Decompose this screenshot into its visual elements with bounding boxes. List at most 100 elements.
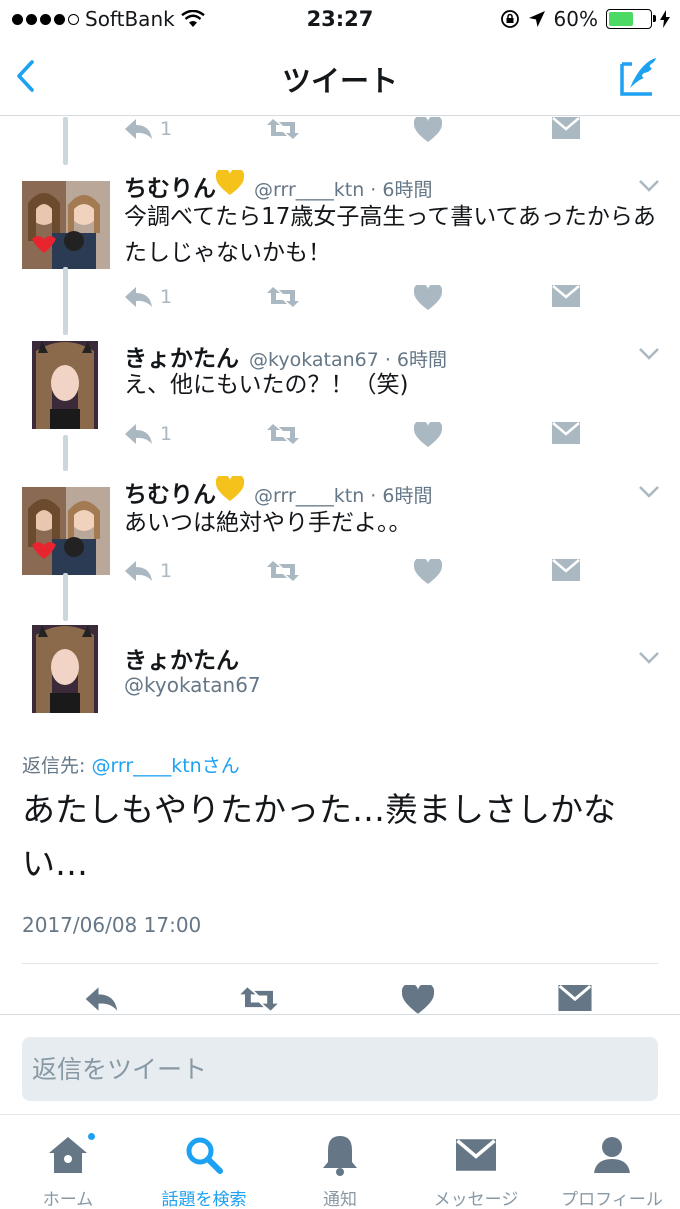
chevron-down-icon[interactable]	[638, 347, 660, 361]
reply-action[interactable]: 1	[124, 285, 172, 309]
page-title: ツイート	[281, 64, 398, 98]
dm-action[interactable]	[552, 117, 580, 139]
tab-home[interactable]: ホーム	[0, 1131, 136, 1209]
envelope-icon[interactable]	[558, 985, 592, 1011]
avatar[interactable]	[32, 341, 98, 429]
handle: @kyokatan67	[124, 673, 261, 697]
envelope-icon	[456, 1139, 496, 1171]
retweet-action[interactable]	[266, 422, 300, 446]
tweet-text: あいつは絶対やり手だよ。。	[124, 510, 412, 536]
heart-icon	[414, 559, 442, 584]
retweet-icon	[267, 424, 299, 444]
compose-tweet-icon[interactable]	[618, 54, 662, 98]
reply-action[interactable]: 1	[124, 422, 172, 446]
tweet-header: ちむりん @rrr____ktn · 6時間	[124, 475, 432, 509]
envelope-icon	[552, 285, 580, 307]
chevron-down-icon[interactable]	[638, 485, 660, 499]
heart-icon	[414, 117, 442, 142]
search-icon	[186, 1137, 223, 1174]
reply-input[interactable]	[22, 1037, 658, 1101]
tweet-timestamp: 2017/06/08 17:00	[22, 913, 202, 937]
retweet-icon[interactable]	[238, 985, 280, 1013]
bell-icon	[323, 1136, 357, 1176]
heart-icon	[414, 285, 442, 310]
handle-and-time: @rrr____ktn · 6時間	[254, 485, 433, 507]
like-action[interactable]	[414, 285, 442, 311]
envelope-icon	[552, 422, 580, 444]
dm-action[interactable]	[552, 559, 580, 581]
like-action[interactable]	[414, 422, 442, 448]
tweet-actions: 1	[124, 285, 594, 315]
tweet-actions: 1	[124, 559, 594, 589]
tweet-text: 今調べてたら17歳女子高生って書いてあったからあたしじゃないかも！	[124, 204, 656, 266]
tab-label: 話題を検索	[161, 1190, 247, 1209]
reply-to-link[interactable]: @rrr____ktnさん	[91, 755, 239, 777]
reply-bar	[0, 1014, 680, 1114]
retweet-action[interactable]	[266, 117, 300, 141]
nav-bar: ツイート	[0, 38, 680, 116]
chevron-down-icon[interactable]	[638, 179, 660, 193]
envelope-icon	[552, 559, 580, 581]
yellow-heart-icon	[216, 476, 244, 501]
thread-line	[63, 435, 68, 471]
status-right: 60%	[500, 7, 670, 31]
battery-icon	[606, 9, 656, 29]
tab-profile[interactable]: プロフィール	[544, 1133, 680, 1209]
retweet-icon	[267, 287, 299, 307]
retweet-action[interactable]	[266, 559, 300, 583]
reply-count: 1	[160, 286, 173, 308]
reply-icon	[125, 561, 152, 581]
reply-to-label: 返信先:	[22, 755, 86, 777]
like-action[interactable]	[414, 559, 442, 585]
tweet-actions: 1	[124, 422, 594, 452]
divider	[22, 963, 658, 964]
tweet-header: ちむりん @rrr____ktn · 6時間	[124, 169, 432, 203]
display-name[interactable]: ちむりん	[124, 169, 216, 203]
retweet-icon	[267, 561, 299, 581]
retweet-icon	[267, 119, 299, 139]
avatar[interactable]	[22, 181, 110, 269]
reply-action[interactable]: 1	[124, 559, 172, 583]
display-name[interactable]: ちむりん	[124, 475, 216, 509]
dm-action[interactable]	[552, 422, 580, 444]
reply-count: 1	[160, 423, 173, 445]
like-action[interactable]	[414, 117, 442, 143]
reply-to-line: 返信先: @rrr____ktnさん	[22, 751, 240, 778]
tab-messages[interactable]: メッセージ	[408, 1133, 544, 1209]
reply-icon	[125, 119, 152, 139]
main-tweet-text: あたしもやりたかった…羨ましさしかない…	[22, 790, 616, 883]
location-icon	[528, 11, 545, 27]
reply-icon[interactable]	[84, 985, 120, 1013]
tab-label: ホーム	[42, 1190, 94, 1209]
avatar[interactable]	[32, 625, 98, 713]
heart-icon	[414, 422, 442, 447]
chevron-down-icon[interactable]	[638, 651, 660, 665]
tab-search[interactable]: 話題を検索	[136, 1133, 272, 1209]
thread-line	[63, 267, 68, 335]
display-name[interactable]: きょかたん	[124, 641, 239, 675]
heart-icon[interactable]	[402, 985, 434, 1015]
tweet-text: え、他にもいたの？！（笑)	[124, 372, 409, 398]
tab-notifications[interactable]: 通知	[272, 1133, 408, 1209]
retweet-action[interactable]	[266, 285, 300, 309]
handle-and-time: @rrr____ktn · 6時間	[254, 179, 433, 201]
reply-count: 1	[160, 560, 173, 582]
avatar[interactable]	[22, 487, 110, 575]
tweet-actions: 1	[124, 117, 594, 147]
rotation-lock-icon	[500, 10, 519, 28]
battery-percent: 60%	[553, 7, 598, 31]
reply-icon	[125, 424, 152, 444]
home-icon	[49, 1137, 87, 1173]
status-bar: SoftBank 23:27 60%	[0, 0, 680, 38]
dm-action[interactable]	[552, 285, 580, 307]
envelope-icon	[552, 117, 580, 139]
thread-line	[63, 573, 68, 621]
reply-count: 1	[160, 118, 173, 140]
tab-bar: ホーム 話題を検索 通知 メッセージ プロフィール	[0, 1114, 680, 1209]
tab-label: プロフィール	[561, 1190, 663, 1209]
profile-icon	[594, 1137, 630, 1173]
notification-dot	[86, 1131, 97, 1142]
tab-label: メッセージ	[433, 1190, 519, 1209]
reply-action[interactable]: 1	[124, 117, 172, 141]
reply-icon	[125, 287, 152, 307]
